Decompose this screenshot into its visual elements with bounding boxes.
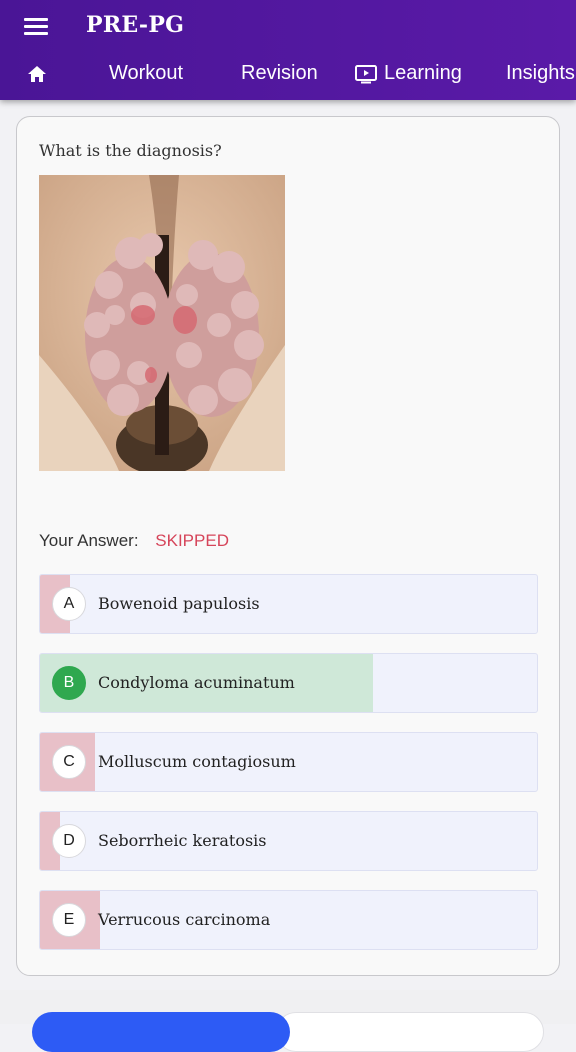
bottom-secondary-panel [276,1012,544,1052]
nav-tab-workout[interactable]: Workout [109,62,183,85]
option-a-letter: A [52,587,86,621]
your-answer-row: Your Answer: SKIPPED [39,531,229,551]
option-c-text: Molluscum contagiosum [98,752,296,771]
app-title: PRE-PG [86,12,185,38]
option-a[interactable]: A Bowenoid papulosis [39,574,538,634]
option-b[interactable]: B Condyloma acuminatum [39,653,538,713]
option-d-letter: D [52,824,86,858]
option-e[interactable]: E Verrucous carcinoma [39,890,538,950]
option-a-text: Bowenoid papulosis [98,594,260,613]
app-bar: PRE-PG Workout Revision Learning Insight… [0,0,576,100]
nav-tab-learning-label: Learning [384,62,462,84]
option-e-letter: E [52,903,86,937]
tv-play-icon [355,64,377,83]
hamburger-menu-icon[interactable] [22,14,52,40]
option-d[interactable]: D Seborrheic keratosis [39,811,538,871]
option-c-letter: C [52,745,86,779]
nav-tab-learning[interactable]: Learning [354,62,462,85]
answer-status-badge: SKIPPED [155,531,229,550]
question-text: What is the diagnosis? [39,141,222,160]
option-c[interactable]: C Molluscum contagiosum [39,732,538,792]
option-b-letter: B [52,666,86,700]
question-image [39,175,285,471]
option-e-text: Verrucous carcinoma [98,910,271,929]
question-card: What is the diagnosis? Your Answer: SKIP… [16,116,560,976]
your-answer-label: Your Answer: [39,531,139,550]
home-icon[interactable] [24,62,50,86]
nav-tab-revision[interactable]: Revision [241,62,318,85]
option-b-text: Condyloma acuminatum [98,673,295,692]
nav-tab-insights[interactable]: Insights [506,62,575,85]
nav-bar: Workout Revision Learning Insights [0,56,576,92]
bottom-primary-button[interactable] [32,1012,290,1052]
option-d-text: Seborrheic keratosis [98,831,267,850]
